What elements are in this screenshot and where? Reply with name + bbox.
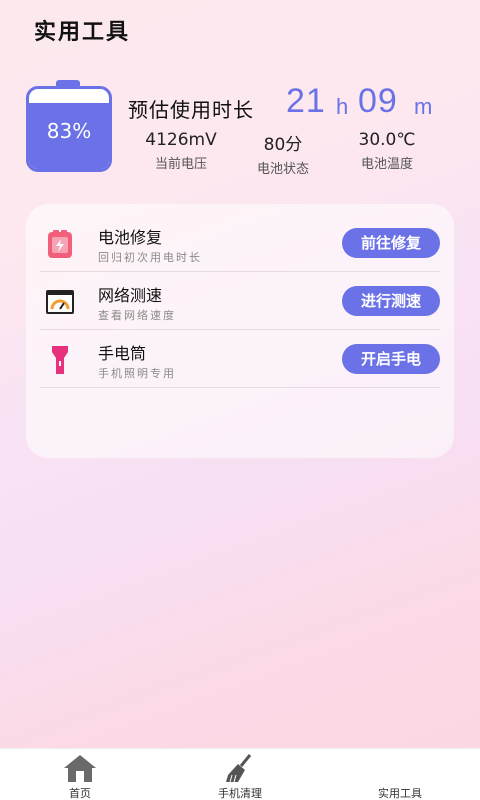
page-title: 实用工具: [34, 20, 131, 45]
stat-temperature: 30.0℃ 电池温度: [332, 130, 442, 172]
stat-battery-health: 80分 电池状态: [228, 130, 338, 177]
flashlight-button[interactable]: 开启手电: [342, 344, 440, 374]
divider: [40, 387, 440, 388]
stat-label: 电池状态: [256, 162, 309, 177]
battery-repair-icon: [44, 228, 76, 260]
list-item-title: 手电筒: [98, 344, 147, 363]
stat-label: 当前电压: [154, 157, 207, 172]
tab-label: 手机清理: [218, 787, 262, 800]
stat-value: 4126mV: [145, 130, 217, 150]
estimate-hours-unit: h: [336, 94, 349, 119]
list-item-flashlight: 手电筒 手机照明专用 开启手电: [40, 330, 440, 388]
stat-value: 30.0℃: [358, 130, 416, 150]
list-item-subtitle: 查看网络速度: [98, 309, 176, 322]
list-item-network-speed: 网络测速 查看网络速度 进行测速: [40, 272, 440, 330]
estimate-minutes: 09: [358, 82, 398, 120]
tools-icon: [380, 753, 420, 783]
stat-value: 80分: [263, 135, 303, 155]
battery-percent: 83%: [46, 119, 92, 143]
bottom-tab-bar: 首页 手机清理 实用工具: [0, 748, 480, 800]
speed-test-button[interactable]: 进行测速: [342, 286, 440, 316]
list-item-subtitle: 手机照明专用: [98, 367, 176, 380]
estimate-label: 预估使用时长: [128, 98, 254, 122]
list-item-battery-repair: 电池修复 回归初次用电时长 前往修复: [40, 214, 440, 272]
list-item-title: 电池修复: [98, 228, 163, 247]
tab-label: 首页: [69, 787, 91, 800]
battery-body: 83%: [26, 86, 112, 172]
battery-repair-button[interactable]: 前往修复: [342, 228, 440, 258]
flashlight-icon: [44, 344, 76, 376]
list-item-subtitle: 回归初次用电时长: [98, 251, 202, 264]
stat-voltage: 4126mV 当前电压: [126, 130, 236, 172]
speedometer-icon: [44, 286, 76, 318]
estimate-minutes-unit: m: [414, 94, 433, 119]
home-icon: [60, 753, 100, 783]
list-item-title: 网络测速: [98, 286, 163, 305]
tab-home[interactable]: 首页: [40, 753, 120, 800]
broom-icon: [220, 753, 260, 783]
stat-label: 电池温度: [360, 157, 413, 172]
tab-label: 实用工具: [378, 787, 422, 800]
tab-tools[interactable]: 实用工具: [360, 753, 440, 800]
estimate-hours: 21: [286, 82, 326, 120]
battery-indicator: 83%: [26, 80, 112, 172]
tab-phone-clean[interactable]: 手机清理: [200, 753, 280, 800]
tools-card: 电池修复 回归初次用电时长 前往修复 网络测速 查看网络速度 进行测速 手电筒 …: [26, 204, 454, 458]
